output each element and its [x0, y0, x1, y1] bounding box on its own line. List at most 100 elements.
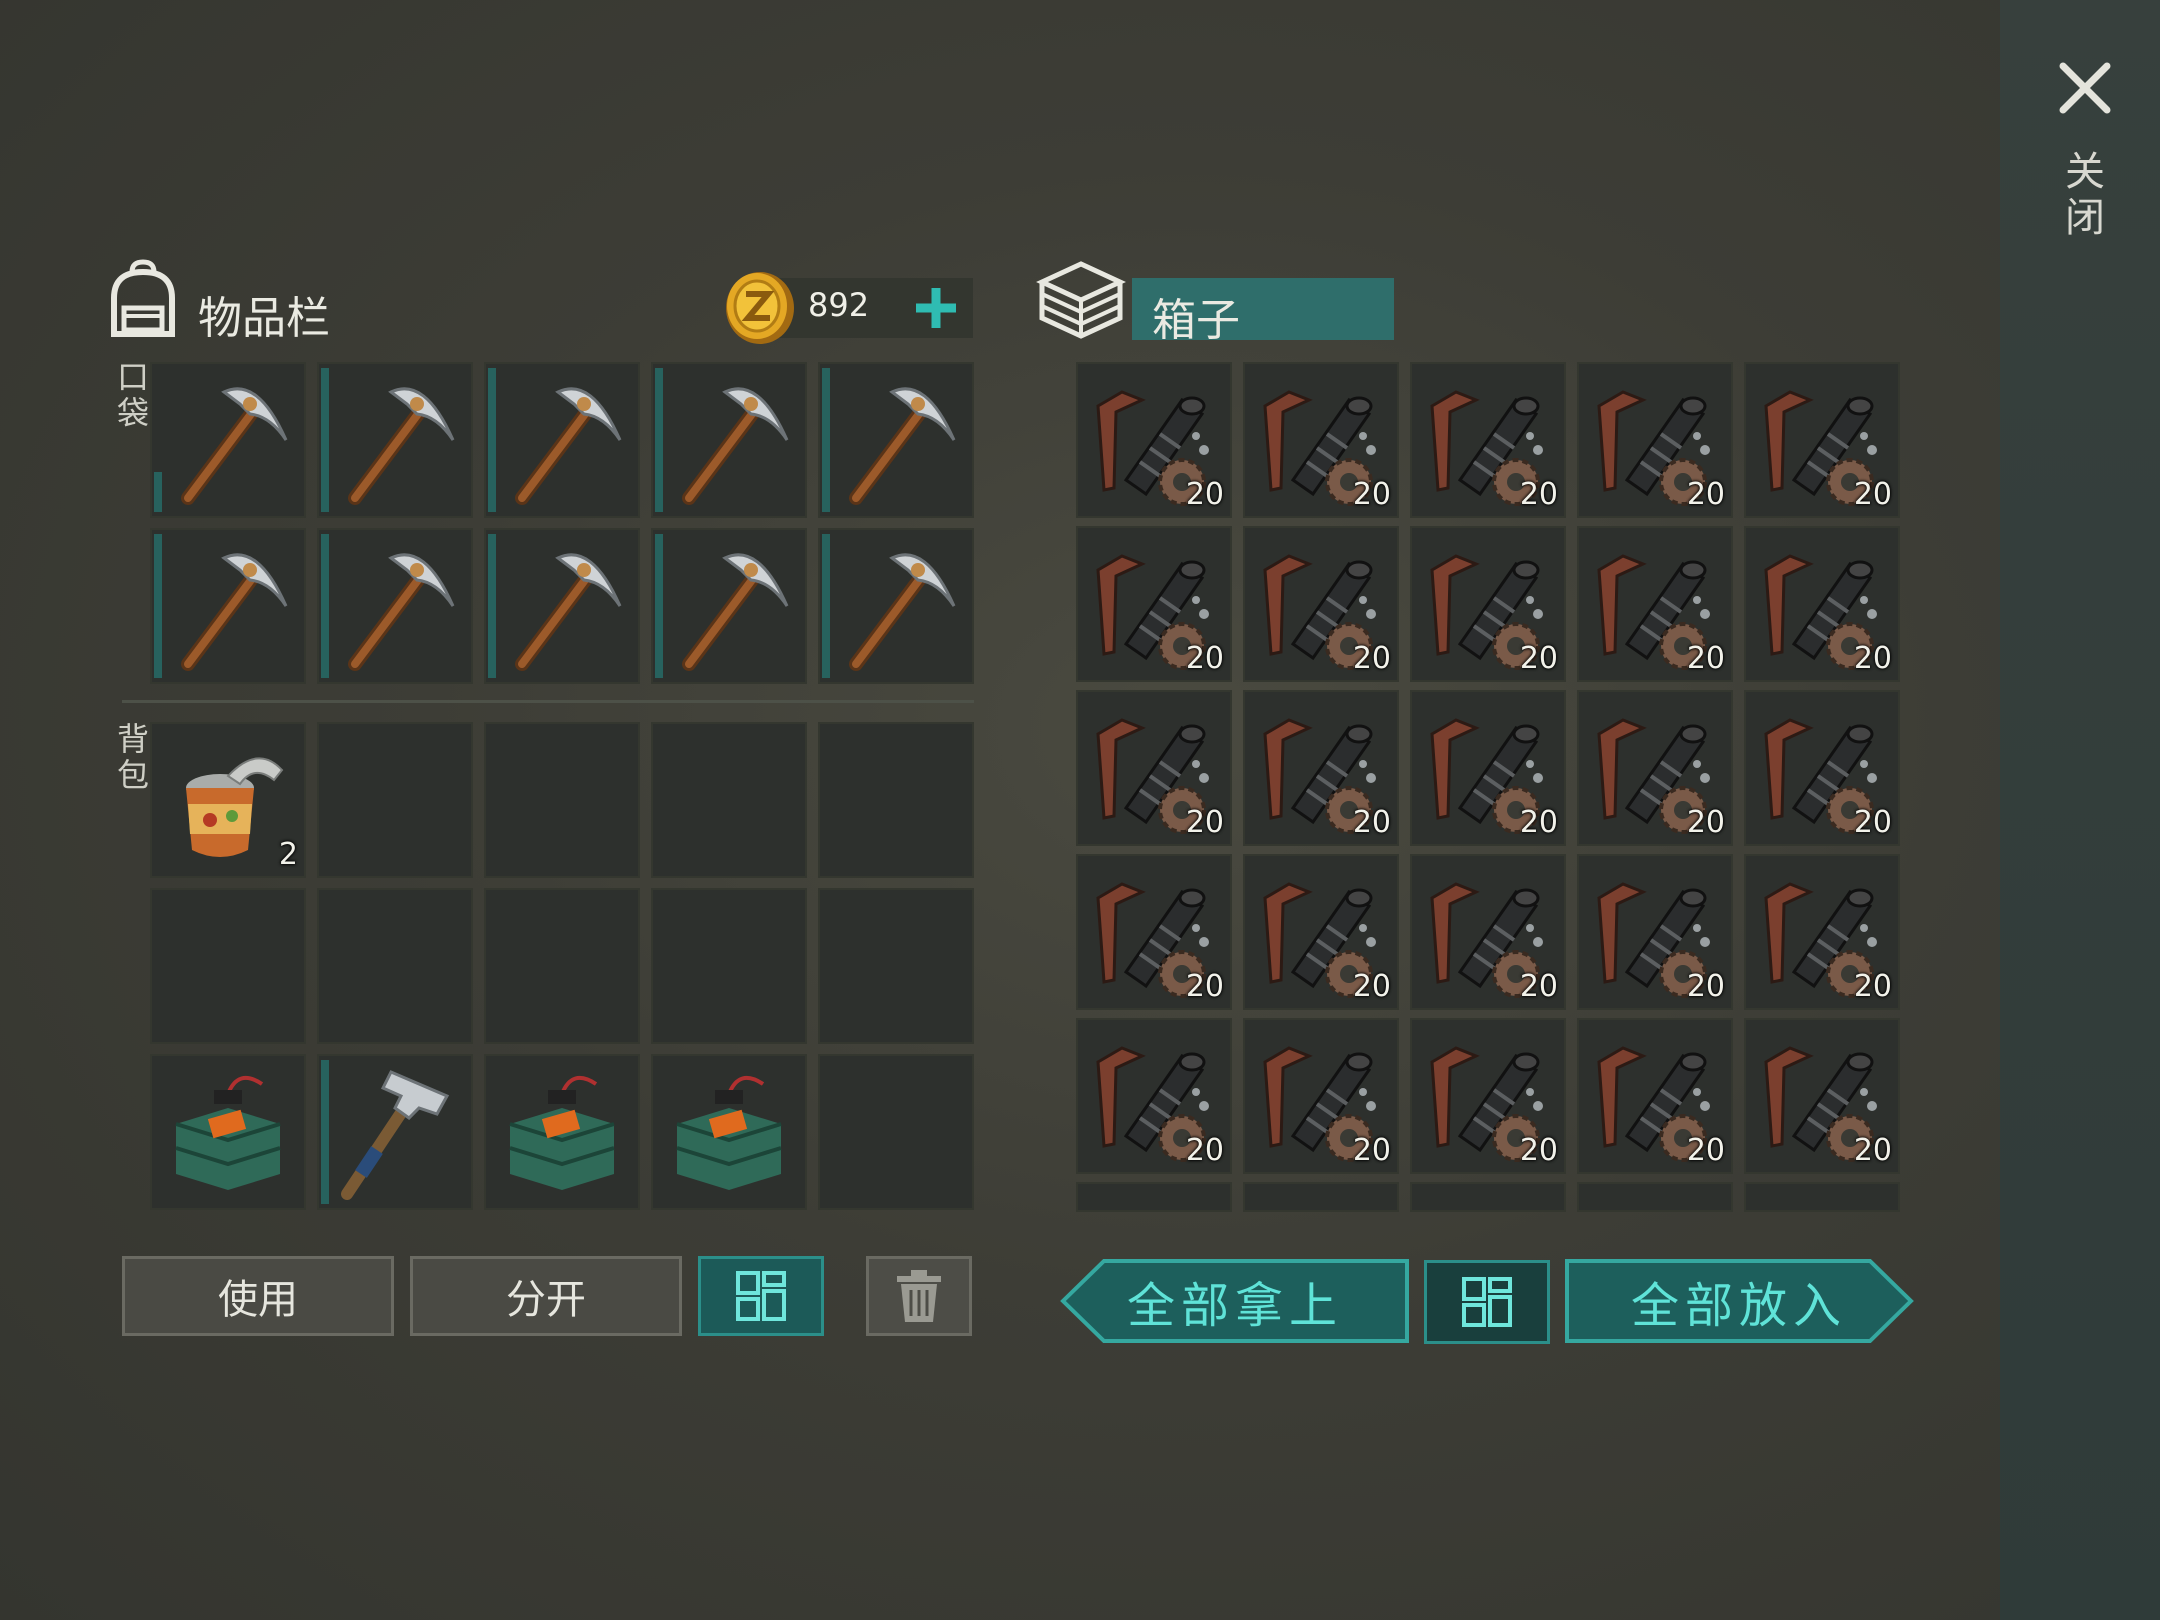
crate-slot[interactable]: 20: [1577, 854, 1733, 1010]
inventory-title: 物品栏: [198, 293, 330, 344]
pickaxe-icon: [682, 553, 789, 671]
crate-slot[interactable]: 20: [1744, 854, 1900, 1010]
coin-count: 892: [808, 286, 870, 324]
crate-slot[interactable]: 20: [1577, 362, 1733, 518]
crate-slot[interactable]: [1243, 1182, 1399, 1212]
item-count: 20: [1352, 1133, 1391, 1168]
backpack-icon: [111, 259, 175, 337]
item-count: 20: [1352, 805, 1391, 840]
close-label[interactable]: 关闭: [2058, 150, 2110, 242]
crate-slot[interactable]: 20: [1577, 526, 1733, 682]
pocket-slot[interactable]: [818, 362, 974, 518]
pocket-slot[interactable]: [818, 528, 974, 684]
item-count: 20: [1185, 477, 1224, 512]
pickaxe-icon: [348, 387, 455, 505]
backpack-slot[interactable]: [484, 722, 640, 878]
crate-slot[interactable]: 20: [1744, 362, 1900, 518]
crate-slot[interactable]: 20: [1410, 526, 1566, 682]
pickaxe-icon: [348, 553, 455, 671]
backpack-slot[interactable]: [150, 1054, 306, 1210]
pickaxe-icon: [682, 387, 789, 505]
crate-slot[interactable]: 20: [1577, 1018, 1733, 1174]
pickaxe-icon: [181, 553, 288, 671]
crate-slot[interactable]: 20: [1243, 362, 1399, 518]
use-button[interactable]: 使用: [122, 1256, 394, 1336]
backpack-slot[interactable]: [651, 1054, 807, 1210]
split-button[interactable]: 分开: [410, 1256, 682, 1336]
c4-explosive-icon: [509, 1075, 615, 1190]
take-all-button[interactable]: 全部拿上: [1060, 1258, 1410, 1344]
backpack-slot[interactable]: [651, 722, 807, 878]
pocket-slot[interactable]: [150, 528, 306, 684]
crate-slot[interactable]: 20: [1243, 526, 1399, 682]
c4-explosive-icon: [175, 1075, 281, 1190]
item-count: 20: [1853, 1133, 1892, 1168]
crate-slot[interactable]: 20: [1076, 526, 1232, 682]
pocket-label: 口袋: [112, 360, 150, 432]
backpack-slot[interactable]: [818, 722, 974, 878]
put-all-label: 全部放入: [1630, 1278, 1847, 1334]
crate-sort-button[interactable]: [1424, 1260, 1550, 1344]
backpack-slot[interactable]: [317, 888, 473, 1044]
backpack-slot[interactable]: [818, 1054, 974, 1210]
crate-slot[interactable]: 20: [1744, 1018, 1900, 1174]
backpack-slot[interactable]: [651, 888, 807, 1044]
pocket-slot[interactable]: [484, 362, 640, 518]
crate-slot[interactable]: 20: [1577, 690, 1733, 846]
crate-slot[interactable]: 20: [1076, 854, 1232, 1010]
right-sidebar: [2000, 0, 2160, 1620]
crate-slot[interactable]: 20: [1744, 690, 1900, 846]
item-count: 20: [1853, 641, 1892, 676]
trash-icon: [897, 1270, 941, 1322]
inventory-sort-button[interactable]: [698, 1256, 824, 1336]
backpack-slot[interactable]: [317, 1054, 473, 1210]
item-count: 20: [1853, 805, 1892, 840]
crate-slot[interactable]: 20: [1410, 1018, 1566, 1174]
crate-slot[interactable]: [1744, 1182, 1900, 1212]
hammer-icon: [341, 1070, 450, 1200]
pickaxe-icon: [849, 387, 956, 505]
pocket-slot[interactable]: [317, 528, 473, 684]
backpack-label: 背包: [112, 722, 150, 794]
pocket-slot[interactable]: [150, 362, 306, 518]
pocket-slot[interactable]: [317, 362, 473, 518]
coin-icon: [726, 272, 794, 344]
crate-slot[interactable]: [1577, 1182, 1733, 1212]
crate-slot[interactable]: 20: [1243, 690, 1399, 846]
item-count: 20: [1185, 805, 1224, 840]
item-count: 20: [1519, 969, 1558, 1004]
item-count: 20: [1185, 969, 1224, 1004]
crate-slot[interactable]: [1410, 1182, 1566, 1212]
close-icon[interactable]: [2055, 58, 2115, 118]
crate-slot[interactable]: 20: [1243, 1018, 1399, 1174]
pocket-slot[interactable]: [651, 528, 807, 684]
add-coins-icon[interactable]: [906, 278, 966, 338]
pocket-slot[interactable]: [484, 528, 640, 684]
item-count: 20: [1352, 969, 1391, 1004]
backpack-slot[interactable]: [818, 888, 974, 1044]
grid-sort-icon: [1462, 1277, 1512, 1327]
item-count: 20: [1686, 805, 1725, 840]
pickaxe-icon: [181, 387, 288, 505]
crate-slot[interactable]: 20: [1076, 1018, 1232, 1174]
crate-slot[interactable]: 20: [1243, 854, 1399, 1010]
put-all-button[interactable]: 全部放入: [1564, 1258, 1914, 1344]
crate-title: 箱子: [1152, 295, 1240, 346]
crate-slot[interactable]: 20: [1076, 362, 1232, 518]
crate-slot[interactable]: 20: [1076, 690, 1232, 846]
crate-slot[interactable]: 20: [1410, 854, 1566, 1010]
backpack-slot[interactable]: [317, 722, 473, 878]
pocket-slot[interactable]: [651, 362, 807, 518]
crate-slot[interactable]: 20: [1744, 526, 1900, 682]
backpack-slot[interactable]: 2: [150, 722, 306, 878]
pickaxe-icon: [849, 553, 956, 671]
pickaxe-icon: [515, 387, 622, 505]
backpack-slot[interactable]: [484, 1054, 640, 1210]
crate-slot[interactable]: 20: [1410, 690, 1566, 846]
trash-button[interactable]: [866, 1256, 972, 1336]
item-count: 20: [1352, 477, 1391, 512]
backpack-slot[interactable]: [484, 888, 640, 1044]
crate-slot[interactable]: 20: [1410, 362, 1566, 518]
backpack-slot[interactable]: [150, 888, 306, 1044]
crate-slot[interactable]: [1076, 1182, 1232, 1212]
